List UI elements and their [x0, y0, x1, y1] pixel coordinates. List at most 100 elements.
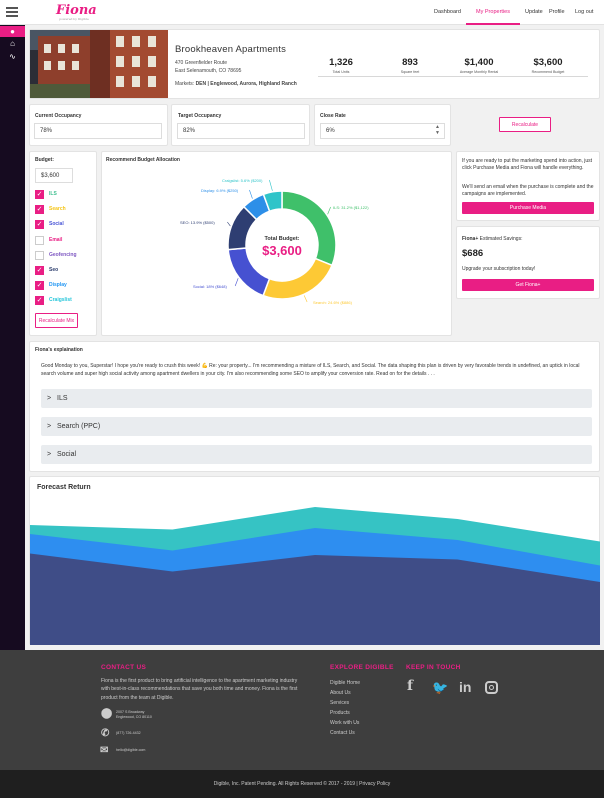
donut-slice-search [262, 257, 334, 300]
donut-leader-line [303, 295, 308, 303]
checkbox-social[interactable]: ✓ [35, 220, 44, 230]
sidebar-home-icon[interactable]: ● [0, 26, 25, 37]
budget-item-label: Seo [49, 267, 59, 273]
footer-link-about[interactable]: About Us [330, 690, 351, 696]
sidebar-chart-icon[interactable]: ∿ [6, 51, 19, 62]
nav-dashboard[interactable]: Dashboard [434, 0, 461, 25]
donut-label-craigslist: Craigslist: 5.6% ($200) [222, 178, 263, 183]
recalculate-mix-button[interactable]: Recalculate Mix [35, 313, 78, 328]
checkbox-display[interactable]: ✓ [35, 281, 44, 291]
copyright-bar: Digible, Inc. Patent Pending. All Rights… [0, 770, 604, 798]
sidebar-properties-icon[interactable]: ⌂ [6, 38, 19, 49]
stat-avg-rental-value: $1,400 [464, 57, 494, 68]
target-occupancy-label: Target Occupancy [178, 113, 222, 119]
chevron-right-icon: > [47, 395, 52, 402]
get-fiona-plus-button[interactable]: Get Fiona+ [462, 279, 594, 291]
stat-budget-label: Recommend Budget [531, 70, 565, 74]
property-photo [30, 30, 168, 98]
accordion-ils[interactable]: > ILS [41, 389, 592, 408]
sidebar [0, 25, 25, 650]
contact-us-text: Fiona is the first product to bring arti… [101, 678, 298, 701]
budget-input[interactable]: $3,600 [35, 168, 73, 183]
donut-label-social: Social: 18% ($648) [193, 284, 227, 289]
close-rate-stepper-icon[interactable]: ▲ ▼ [435, 124, 440, 136]
donut-label-display: Display: 6.9% ($250) [201, 188, 239, 193]
forecast-area-chart [30, 507, 600, 645]
accordion-search-ppc[interactable]: > Search (PPC) [41, 417, 592, 436]
donut-center-label: Total Budget: [264, 236, 300, 242]
footer-email[interactable]: hello@digible.com [116, 746, 145, 754]
close-rate-input[interactable]: 6% [320, 123, 445, 139]
nav-my-properties[interactable]: My Properties [466, 0, 520, 25]
target-occupancy-input[interactable]: 82% [177, 123, 305, 139]
stat-avg-rental-label: Average Monthly Rental [459, 70, 499, 74]
property-name: Brookheaven Apartments [175, 44, 287, 55]
email-icon: ✉ [100, 745, 109, 756]
footer-link-products[interactable]: Products [330, 710, 350, 716]
footer-phone[interactable]: (877) 726-4432 [116, 729, 141, 737]
explanation-text: Good Monday to you, Superstar! I hope yo… [41, 363, 580, 377]
forecast-title: Forecast Return [37, 484, 91, 491]
budget-label: Budget: [35, 157, 54, 163]
budget-item-label: ILS [49, 191, 57, 197]
linkedin-icon[interactable]: in [459, 679, 471, 695]
donut-leader-line [249, 189, 253, 199]
explore-digible-heading: EXPLORE DIGIBLE [330, 664, 394, 671]
footer-link-work[interactable]: Work with Us [330, 720, 359, 726]
budget-item-label: Display [49, 282, 67, 289]
chevron-right-icon: > [47, 423, 52, 430]
donut-leader-line [327, 206, 331, 215]
savings-label: Fiona+ Estimated Savings: [462, 236, 523, 242]
location-pin-icon: ⬤ [101, 708, 113, 719]
checkbox-search[interactable]: ✓ [35, 205, 44, 215]
markets: Markets: DEN | Englewood, Aurora, Highla… [175, 81, 297, 87]
stat-square-feet-value: 893 [402, 57, 418, 68]
phone-icon: ✆ [101, 728, 110, 739]
fiona-logo[interactable]: Fiona powered by Digible [56, 4, 97, 22]
nav-profile[interactable]: Profile [549, 0, 565, 25]
nav-logout[interactable]: Log out [575, 0, 593, 25]
budget-item-label: Geofencing [49, 251, 77, 258]
stat-square-feet-label: Square feet [400, 70, 420, 74]
purchase-text-2: We'll send an email when the purchase is… [462, 184, 594, 197]
current-occupancy-input[interactable]: 78% [34, 123, 162, 139]
nav-update[interactable]: Update [525, 0, 543, 25]
budget-item-label: Craigslist [49, 297, 72, 304]
footer-link-services[interactable]: Services [330, 700, 349, 706]
budget-item-label: Email [49, 236, 63, 243]
budget-item-label: Social [49, 221, 64, 228]
footer-link-contact[interactable]: Contact Us [330, 730, 355, 736]
donut-label-search: Search: 24.6% ($886) [313, 300, 353, 305]
donut-label-ils: ILS: 31.2% ($1,122) [333, 205, 369, 210]
facebook-icon[interactable]: f [407, 678, 413, 694]
donut-leader-line [269, 179, 273, 191]
donut-label-seo: SEO: 13.9% ($500) [180, 220, 215, 225]
checkbox-seo[interactable]: ✓ [35, 266, 44, 275]
donut-leader-line [234, 278, 239, 287]
checkbox-craigslist[interactable]: ✓ [35, 296, 44, 306]
keep-in-touch-heading: KEEP IN TOUCH [406, 664, 461, 671]
footer-address: 2007 S Broadway Englewood, CO 80110 [116, 710, 152, 719]
footer-link-home[interactable]: Digible Home [330, 680, 360, 686]
purchase-media-button[interactable]: Purchase Media [462, 202, 594, 214]
checkbox-email[interactable] [35, 235, 44, 245]
address-line-2: East Selenamouth, CO 78695 [175, 68, 242, 74]
purchase-text-1: If you are ready to put the marketing sp… [462, 158, 593, 171]
donut-center-value: $3,600 [262, 243, 302, 258]
current-occupancy-label: Current Occupancy [35, 113, 82, 119]
stats-divider [318, 76, 588, 77]
contact-us-heading: CONTACT US [101, 664, 147, 671]
checkbox-geofencing[interactable] [35, 250, 44, 260]
checkbox-ils[interactable]: ✓ [35, 190, 44, 199]
stat-total-units-label: Total Units [332, 70, 350, 74]
budget-item-label: Search [49, 206, 66, 213]
recalculate-button[interactable]: Recalculate [499, 117, 551, 132]
stat-total-units-value: 1,326 [329, 57, 353, 68]
accordion-social[interactable]: > Social [41, 445, 592, 464]
explanation-title: Fiona's explaination [35, 347, 83, 353]
instagram-icon[interactable] [485, 681, 498, 694]
savings-upgrade-text: Upgrade your subscription today! [462, 266, 536, 272]
twitter-icon[interactable]: 🐦 [432, 680, 448, 696]
menu-toggle-icon[interactable] [6, 7, 18, 17]
close-rate-label: Close Rate [320, 113, 346, 119]
